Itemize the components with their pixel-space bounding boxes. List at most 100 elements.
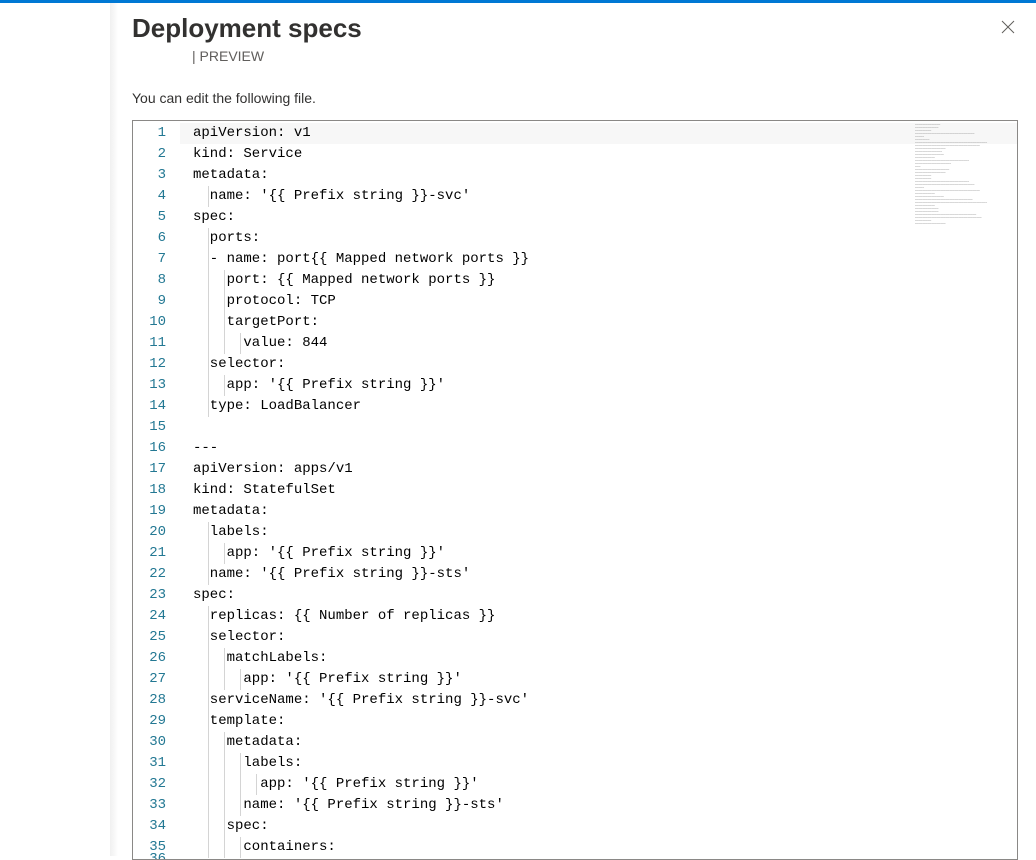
indent-guide xyxy=(208,795,209,816)
indent-guide xyxy=(240,669,241,690)
code-line[interactable]: name: '{{ Prefix string }}-sts' xyxy=(180,795,1017,816)
code-line[interactable]: kind: Service xyxy=(180,144,1017,165)
code-text: app: '{{ Prefix string }}' xyxy=(193,545,445,561)
code-line[interactable] xyxy=(180,417,1017,438)
code-text: metadata: xyxy=(193,503,269,519)
indent-guide xyxy=(208,627,209,648)
indent-guide xyxy=(208,186,209,207)
line-number: 28 xyxy=(133,690,180,711)
line-number: 21 xyxy=(133,543,180,564)
code-text: --- xyxy=(193,440,218,456)
line-number: 30 xyxy=(133,732,180,753)
code-line[interactable]: apiVersion: v1 xyxy=(180,123,1017,144)
line-number: 19 xyxy=(133,501,180,522)
indent-guide xyxy=(224,375,225,396)
code-line[interactable]: matchLabels: xyxy=(180,648,1017,669)
indent-guide xyxy=(240,837,241,858)
line-number: 10 xyxy=(133,312,180,333)
code-line[interactable]: value: 844 xyxy=(180,333,1017,354)
code-line[interactable]: targetPort: xyxy=(180,312,1017,333)
code-text: kind: Service xyxy=(193,146,302,162)
line-number: 20 xyxy=(133,522,180,543)
indent-guide xyxy=(208,816,209,837)
code-line[interactable]: app: '{{ Prefix string }}' xyxy=(180,375,1017,396)
line-number: 31 xyxy=(133,753,180,774)
line-number: 11 xyxy=(133,333,180,354)
code-line[interactable]: labels: xyxy=(180,522,1017,543)
code-line[interactable]: kind: StatefulSet xyxy=(180,480,1017,501)
code-text: template: xyxy=(193,713,285,729)
indent-guide xyxy=(240,795,241,816)
code-line[interactable]: ports: xyxy=(180,228,1017,249)
indent-guide xyxy=(224,732,225,753)
close-icon xyxy=(1001,20,1015,39)
code-line[interactable]: --- xyxy=(180,438,1017,459)
code-line[interactable]: metadata: xyxy=(180,732,1017,753)
line-number-gutter: 1234567891011121314151617181920212223242… xyxy=(133,121,180,859)
indent-guide xyxy=(208,606,209,627)
indent-guide xyxy=(208,522,209,543)
line-number: 5 xyxy=(133,207,180,228)
line-number: 29 xyxy=(133,711,180,732)
panel-title: Deployment specs xyxy=(132,13,1018,44)
line-number: 8 xyxy=(133,270,180,291)
line-number: 12 xyxy=(133,354,180,375)
code-line[interactable]: metadata: xyxy=(180,501,1017,522)
code-line[interactable]: metadata: xyxy=(180,165,1017,186)
code-text: serviceName: '{{ Prefix string }}-svc' xyxy=(193,692,529,708)
code-line[interactable]: template: xyxy=(180,711,1017,732)
code-line[interactable]: spec: xyxy=(180,207,1017,228)
code-line[interactable]: apiVersion: apps/v1 xyxy=(180,459,1017,480)
preview-badge: | PREVIEW xyxy=(192,48,1018,64)
code-text: labels: xyxy=(193,524,269,540)
code-text: spec: xyxy=(193,587,235,603)
code-line[interactable]: type: LoadBalancer xyxy=(180,396,1017,417)
code-line[interactable]: app: '{{ Prefix string }}' xyxy=(180,543,1017,564)
line-number: 6 xyxy=(133,228,180,249)
code-text: spec: xyxy=(193,209,235,225)
code-text: apiVersion: v1 xyxy=(193,125,311,141)
code-content-area[interactable]: apiVersion: v1 kind: Service metadata: nam… xyxy=(180,121,1017,859)
code-line[interactable]: name: '{{ Prefix string }}-sts' xyxy=(180,564,1017,585)
indent-guide xyxy=(224,291,225,312)
code-line[interactable]: replicas: {{ Number of replicas }} xyxy=(180,606,1017,627)
indent-guide xyxy=(256,774,257,795)
indent-guide xyxy=(208,774,209,795)
line-number: 1 xyxy=(133,123,180,144)
line-number: 17 xyxy=(133,459,180,480)
code-line[interactable]: name: '{{ Prefix string }}-svc' xyxy=(180,186,1017,207)
code-text: app: '{{ Prefix string }}' xyxy=(193,377,445,393)
indent-guide xyxy=(208,333,209,354)
code-text: containers: xyxy=(193,839,336,855)
line-number: 7 xyxy=(133,249,180,270)
line-number: 25 xyxy=(133,627,180,648)
code-line[interactable]: port: {{ Mapped network ports }} xyxy=(180,270,1017,291)
indent-guide xyxy=(208,690,209,711)
partial-line-number: 36 xyxy=(133,849,180,859)
close-button[interactable] xyxy=(998,19,1018,39)
indent-guide xyxy=(224,753,225,774)
indent-guide xyxy=(208,669,209,690)
code-line[interactable]: app: '{{ Prefix string }}' xyxy=(180,774,1017,795)
code-text: matchLabels: xyxy=(193,650,327,666)
code-line[interactable]: spec: xyxy=(180,816,1017,837)
code-line[interactable]: app: '{{ Prefix string }}' xyxy=(180,669,1017,690)
code-line[interactable]: - name: port{{ Mapped network ports }} xyxy=(180,249,1017,270)
code-line[interactable]: selector: xyxy=(180,627,1017,648)
line-number: 18 xyxy=(133,480,180,501)
line-number: 9 xyxy=(133,291,180,312)
code-line[interactable]: selector: xyxy=(180,354,1017,375)
code-text: - name: port{{ Mapped network ports }} xyxy=(193,251,529,267)
code-text: selector: xyxy=(193,629,285,645)
code-editor[interactable]: 1234567891011121314151617181920212223242… xyxy=(132,120,1018,860)
indent-guide xyxy=(224,270,225,291)
code-text: metadata: xyxy=(193,734,302,750)
code-line[interactable]: spec: xyxy=(180,585,1017,606)
line-number: 4 xyxy=(133,186,180,207)
code-line[interactable]: containers: xyxy=(180,837,1017,858)
line-number: 33 xyxy=(133,795,180,816)
code-line[interactable]: labels: xyxy=(180,753,1017,774)
code-line[interactable]: serviceName: '{{ Prefix string }}-svc' xyxy=(180,690,1017,711)
code-text: labels: xyxy=(193,755,302,771)
code-line[interactable]: protocol: TCP xyxy=(180,291,1017,312)
